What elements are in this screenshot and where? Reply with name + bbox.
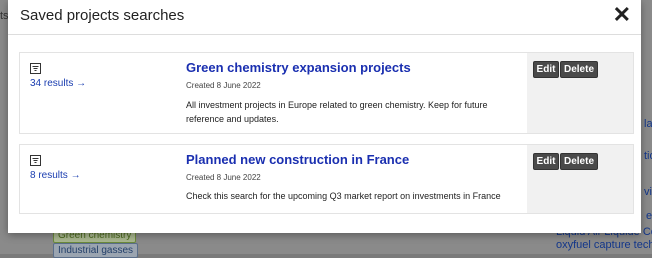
background-link: oxyfuel capture techno xyxy=(556,239,652,251)
card-actions: Edit Delete xyxy=(527,53,633,133)
card-left: 34 results → xyxy=(20,53,180,133)
saved-search-card: 8 results → Planned new construction in … xyxy=(19,144,634,214)
background-link: lac xyxy=(644,118,652,130)
divider xyxy=(8,34,641,35)
created-date: Created 8 June 2022 xyxy=(186,173,261,182)
search-title-link[interactable]: Planned new construction in France xyxy=(186,152,409,167)
background-link: tion xyxy=(644,150,652,162)
close-icon[interactable]: ✕ xyxy=(613,3,631,27)
saved-search-card: 34 results → Green chemistry expansion p… xyxy=(19,52,634,134)
background-link: vin xyxy=(644,186,652,198)
modal-title: Saved projects searches xyxy=(20,7,185,24)
search-description: Check this search for the upcoming Q3 ma… xyxy=(186,191,501,201)
search-title-link[interactable]: Green chemistry expansion projects xyxy=(186,60,411,75)
card-main: Planned new construction in France Creat… xyxy=(186,145,526,213)
search-description: All investment projects in Europe relate… xyxy=(186,100,488,124)
results-link[interactable]: 34 results → xyxy=(30,78,86,89)
card-actions: Edit Delete xyxy=(527,145,633,213)
card-main: Green chemistry expansion projects Creat… xyxy=(186,53,526,133)
filter-icon xyxy=(30,155,41,166)
created-date: Created 8 June 2022 xyxy=(186,81,261,90)
background-link: e xyxy=(646,210,652,222)
results-link[interactable]: 8 results → xyxy=(30,170,81,181)
edit-button[interactable]: Edit xyxy=(533,153,559,170)
edit-button[interactable]: Edit xyxy=(533,61,559,78)
filter-icon xyxy=(30,63,41,74)
background-tag: Industrial gasses xyxy=(53,243,139,258)
delete-button[interactable]: Delete xyxy=(560,153,598,170)
saved-searches-modal: Saved projects searches ✕ 34 results → G… xyxy=(8,0,641,233)
card-left: 8 results → xyxy=(20,145,180,213)
delete-button[interactable]: Delete xyxy=(560,61,598,78)
